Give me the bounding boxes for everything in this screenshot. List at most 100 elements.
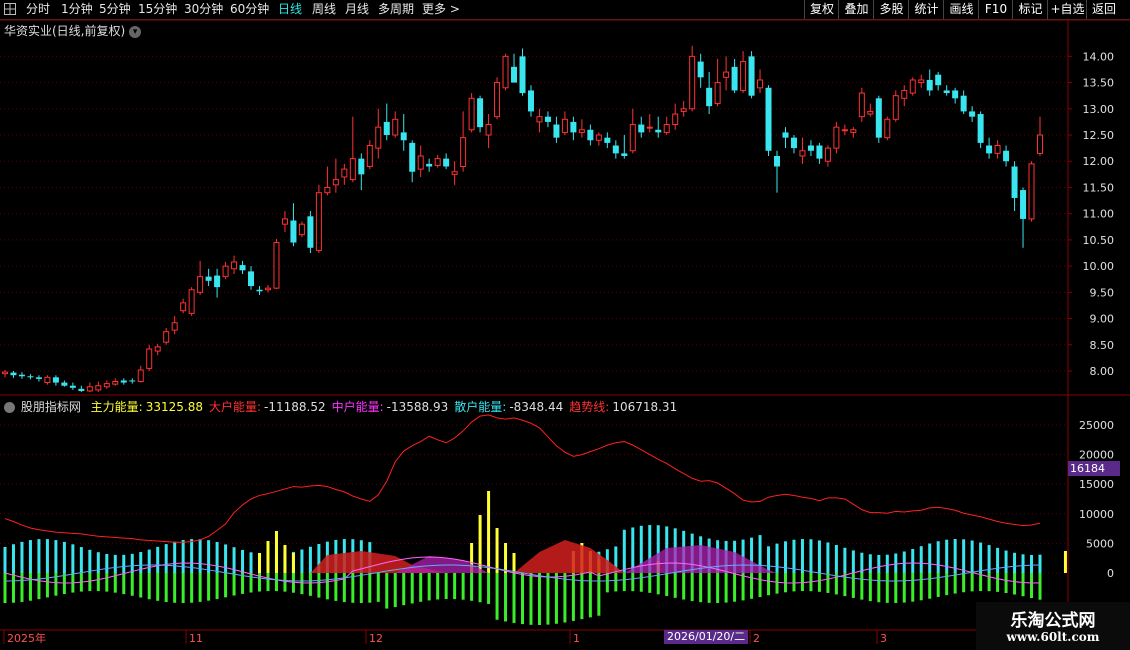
main-energy-down-bar — [733, 573, 737, 602]
candle-body — [52, 377, 59, 383]
retail-energy-bar — [902, 551, 906, 573]
candle-body — [850, 129, 857, 133]
stock-name-label: 华资实业(日线,前复权) — [4, 24, 126, 38]
candle — [332, 158, 339, 193]
candle — [86, 382, 93, 392]
main-energy-down-bar — [11, 573, 15, 603]
candle — [918, 74, 925, 88]
retail-energy-bar — [198, 539, 202, 573]
kline-chart[interactable]: 14.00 13.50 13.00 12.50 12.00 11.50 11.00 10.50… — [0, 0, 1130, 650]
main-energy-down-bar — [656, 573, 660, 595]
main-energy-down-bar — [673, 573, 677, 598]
candle-body — [434, 158, 441, 166]
indicator-tick-label: 0 — [1107, 567, 1114, 580]
candle-body — [884, 118, 891, 139]
candle — [409, 140, 416, 183]
candle-body — [1028, 163, 1035, 220]
candle — [78, 385, 85, 392]
candle — [273, 238, 280, 290]
candle-body — [807, 145, 814, 151]
candle — [994, 140, 1001, 159]
candle — [986, 137, 993, 159]
candle-body — [527, 90, 534, 112]
main-energy-bar — [512, 553, 516, 573]
indicator-legend: 股朋指标网 主力能量: 33125.88 大户能量: -11188.52 中户能量: -1… — [4, 398, 689, 415]
candle — [18, 372, 25, 379]
candle-body — [748, 56, 755, 96]
main-energy-down-bar — [554, 573, 558, 624]
candle — [426, 158, 433, 172]
main-energy-bar — [291, 553, 295, 573]
candle-body — [918, 79, 925, 84]
indicator-menu-icon[interactable] — [4, 402, 15, 413]
candle — [858, 87, 865, 122]
candle — [527, 85, 534, 117]
main-energy-down-bar — [224, 573, 228, 598]
main-energy-down-bar — [529, 573, 533, 625]
retail-energy-bar — [224, 544, 228, 573]
candle-body — [782, 132, 789, 138]
candle-body — [341, 168, 348, 178]
candle-body — [383, 121, 390, 136]
main-energy-bar — [283, 545, 287, 573]
candle-body — [689, 55, 696, 110]
main-energy-down-bar — [605, 573, 609, 593]
candle — [154, 343, 161, 356]
main-energy-down-bar — [953, 573, 957, 594]
candle-body — [765, 87, 772, 151]
main-energy-down-bar — [902, 573, 906, 603]
candle — [646, 114, 653, 133]
candle-body — [273, 242, 280, 289]
candle-body — [137, 369, 144, 383]
candle — [689, 45, 696, 112]
main-energy-down-bar — [181, 573, 185, 603]
legend-item: 散户能量: -8348.44 — [454, 400, 563, 414]
candle-body — [248, 271, 255, 287]
candle-body — [27, 376, 34, 378]
candle-body — [935, 74, 942, 86]
retail-energy-bar — [885, 554, 889, 573]
candle-body — [570, 121, 577, 133]
candle — [782, 127, 789, 149]
candle — [1028, 161, 1035, 222]
candle — [697, 53, 704, 88]
price-tick-label: 14.00 — [1083, 50, 1115, 63]
main-energy-down-bar — [308, 573, 312, 596]
legend-item: 主力能量: 33125.88 — [91, 400, 203, 414]
candle — [901, 85, 908, 107]
indicator-name[interactable]: 股朋指标网 — [21, 400, 81, 414]
time-tick-label: 12 — [369, 632, 383, 645]
candle-body — [69, 385, 76, 388]
price-tick-label: 9.00 — [1090, 313, 1115, 326]
main-energy-down-bar — [631, 573, 635, 592]
candle-body — [1003, 150, 1010, 162]
legend-label: 中户能量: — [331, 400, 384, 414]
legend-label: 趋势线: — [569, 400, 610, 414]
chevron-down-icon[interactable]: ▾ — [129, 25, 142, 38]
candle-body — [146, 348, 153, 369]
candle — [774, 150, 781, 193]
main-energy-down-bar — [639, 573, 643, 592]
candle-body — [511, 66, 518, 83]
candle — [943, 85, 950, 96]
main-energy-down-bar — [274, 573, 278, 592]
main-energy-bar — [504, 543, 508, 573]
indicator-tick-label: 15000 — [1079, 478, 1114, 491]
candle — [400, 114, 407, 151]
candle-body — [544, 116, 551, 122]
candle — [10, 371, 17, 378]
candle-body — [774, 156, 781, 167]
candle — [239, 260, 246, 274]
candle — [392, 111, 399, 138]
main-energy-down-bar — [724, 573, 728, 603]
candle — [103, 380, 110, 389]
candle-body — [833, 126, 840, 149]
candle-body — [714, 82, 721, 105]
candle — [27, 374, 34, 380]
candle-body — [86, 386, 93, 392]
candle — [95, 381, 102, 392]
candle-body — [417, 155, 424, 170]
candle-body — [112, 381, 119, 385]
candle — [850, 127, 857, 138]
candle-body — [451, 171, 458, 175]
